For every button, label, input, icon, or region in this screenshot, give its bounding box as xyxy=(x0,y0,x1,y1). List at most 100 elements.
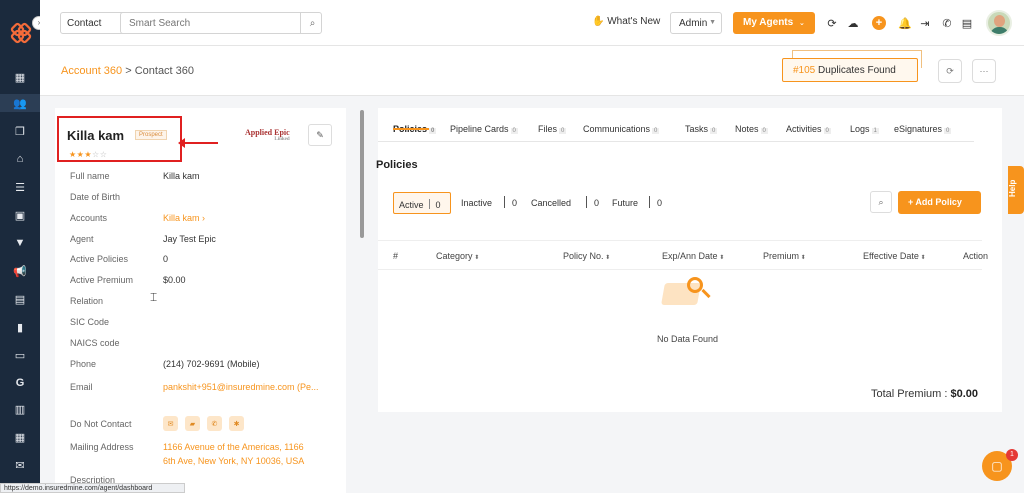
panel-scrollbar[interactable] xyxy=(360,110,364,238)
filter-cancelled[interactable]: Cancelled xyxy=(531,198,571,208)
cloud-upload-icon[interactable]: ☁ xyxy=(846,16,860,30)
pipeline-filter-icon[interactable]: ▼ xyxy=(10,234,30,252)
tab-tasks[interactable]: Tasks 0 xyxy=(685,124,718,134)
bell-icon[interactable]: 🔔 xyxy=(898,16,912,30)
avatar-body xyxy=(990,27,1009,34)
contacts-icon[interactable]: 👥 xyxy=(0,94,40,112)
sort-icon[interactable]: ⬍ xyxy=(604,255,610,261)
field-value[interactable]: Killa kam › xyxy=(163,213,205,223)
forms-icon[interactable]: ▥ xyxy=(10,400,30,418)
add-circle-icon[interactable]: + xyxy=(872,16,886,30)
column-header[interactable]: Category ⬍ xyxy=(436,251,479,261)
notes-icon[interactable]: ▤ xyxy=(10,290,30,308)
calendar-icon[interactable]: ▦ xyxy=(10,428,30,446)
rating-filled: ★★★ xyxy=(69,150,93,159)
tab-activities[interactable]: Activities 0 xyxy=(786,124,831,134)
my-agents-label: My Agents xyxy=(743,17,794,28)
institution-icon[interactable]: ⌂ xyxy=(10,150,30,168)
hand-wave-icon: ✋ xyxy=(592,16,605,27)
phone-icon[interactable]: ✆ xyxy=(207,416,222,431)
filter-count: 0 xyxy=(594,198,600,208)
filter-inactive[interactable]: Inactive xyxy=(461,198,492,208)
add-policy-button[interactable]: + Add Policy xyxy=(898,191,981,214)
filter-separator xyxy=(504,196,505,208)
reports-chart-icon[interactable]: ▮ xyxy=(10,318,30,336)
avatar[interactable] xyxy=(986,10,1012,36)
sync-icon[interactable]: ⟳ xyxy=(825,16,839,30)
mailing-address-line1[interactable]: 1166 Avenue of the Americas, 1166 xyxy=(163,442,304,452)
tab-communications[interactable]: Communications 0 xyxy=(583,124,660,134)
column-header[interactable]: Premium ⬍ xyxy=(763,251,806,261)
help-label: Help xyxy=(1008,179,1017,197)
google-icon[interactable]: G xyxy=(10,374,30,392)
field-value: Killa kam xyxy=(163,171,200,181)
rating-stars[interactable]: ★★★☆☆ xyxy=(69,150,107,159)
tab-count-badge: 0 xyxy=(710,128,718,134)
documents-icon[interactable]: ❐ xyxy=(10,122,30,140)
list-icon[interactable]: ☰ xyxy=(10,178,30,196)
phone-icon[interactable]: ✆ xyxy=(940,16,954,30)
tab-pipeline-cards[interactable]: Pipeline Cards 0 xyxy=(450,124,518,134)
tab-notes[interactable]: Notes 0 xyxy=(735,124,768,134)
tab-logs[interactable]: Logs 1 xyxy=(850,124,879,134)
refresh-icon: ⟳ xyxy=(946,65,954,76)
field-label: Accounts xyxy=(70,213,108,223)
profile-card-icon[interactable]: ▣ xyxy=(10,206,30,224)
dashboard-icon[interactable]: ▦ xyxy=(10,68,30,86)
column-header[interactable]: Exp/Ann Date ⬍ xyxy=(662,251,724,261)
filter-future[interactable]: Future xyxy=(612,198,638,208)
column-header[interactable]: Effective Date ⬍ xyxy=(863,251,926,261)
sms-icon[interactable]: ▰ xyxy=(185,416,200,431)
mail-icon[interactable]: ✉ xyxy=(10,456,30,474)
whats-new-link[interactable]: ✋ What's New xyxy=(592,16,660,27)
sort-icon[interactable]: ⬍ xyxy=(919,255,926,261)
sort-icon[interactable]: ⬍ xyxy=(799,255,806,261)
filter-active[interactable]: Active 0 xyxy=(393,192,451,214)
tab-count-badge: 0 xyxy=(429,128,437,134)
tab-count-badge: 0 xyxy=(760,128,768,134)
sort-icon[interactable]: ⬍ xyxy=(473,255,479,261)
breadcrumb-parent-link[interactable]: Account 360 xyxy=(61,65,122,77)
duplicates-number: #105 xyxy=(793,65,816,76)
calculator-icon[interactable]: ▤ xyxy=(960,16,974,30)
megaphone-icon[interactable]: 📢 xyxy=(10,262,30,280)
section-title: Policies xyxy=(376,159,418,171)
policy-search-button[interactable]: ⌕ xyxy=(870,191,892,213)
tab-label: Pipeline Cards xyxy=(450,124,509,134)
sort-icon[interactable]: ⬍ xyxy=(718,255,724,261)
notification-icon[interactable]: ⇥ xyxy=(918,16,932,30)
tab-files[interactable]: Files 0 xyxy=(538,124,567,134)
field-label: Full name xyxy=(70,171,110,181)
help-tab[interactable]: Help xyxy=(1008,166,1024,214)
my-agents-button[interactable]: My Agents ⌄ xyxy=(733,12,815,34)
admin-select[interactable]: Admin ▼ xyxy=(670,12,722,34)
filter-label: Cancelled xyxy=(531,198,572,208)
tab-count-badge: 0 xyxy=(652,128,660,134)
tab-esignatures[interactable]: eSignatures 0 xyxy=(894,124,952,134)
column-header-label: Policy No. xyxy=(563,251,604,261)
breadcrumb-bar: Account 360 > Contact 360 #105 Duplicate… xyxy=(40,46,1024,96)
duplicates-found-button[interactable]: #105 Duplicates Found xyxy=(782,58,918,82)
mailing-address-line2[interactable]: 6th Ave, New York, NY 10036, USA xyxy=(163,456,304,466)
tab-label: Communications xyxy=(583,124,651,134)
edit-contact-button[interactable]: ✎ xyxy=(308,124,332,146)
tab-count-badge: 1 xyxy=(871,128,879,134)
email-icon[interactable]: ✉ xyxy=(163,416,178,431)
filter-separator xyxy=(649,196,650,208)
insuredmine-logo-icon[interactable] xyxy=(10,22,32,44)
column-header[interactable]: Policy No. ⬍ xyxy=(563,251,610,261)
refresh-button[interactable]: ⟳ xyxy=(938,59,962,83)
column-header-label: Category xyxy=(436,251,473,261)
total-premium-value: $0.00 xyxy=(950,388,979,400)
more-options-button[interactable]: ··· xyxy=(972,59,996,83)
duplicates-label: Duplicates Found xyxy=(818,65,896,76)
search-icon[interactable]: ⌕ xyxy=(300,12,324,34)
folder-icon[interactable]: ▭ xyxy=(10,346,30,364)
admin-select-value: Admin xyxy=(679,18,708,29)
settings-icon[interactable]: ✱ xyxy=(229,416,244,431)
filter-count: 0 xyxy=(657,198,663,208)
total-premium: Total Premium : $0.00 xyxy=(871,388,978,400)
field-value[interactable]: pankshit+951@insuredmine.com (Pe... xyxy=(163,382,318,392)
contact-name: Killa kam xyxy=(67,128,125,143)
smart-search-input[interactable] xyxy=(120,12,322,34)
